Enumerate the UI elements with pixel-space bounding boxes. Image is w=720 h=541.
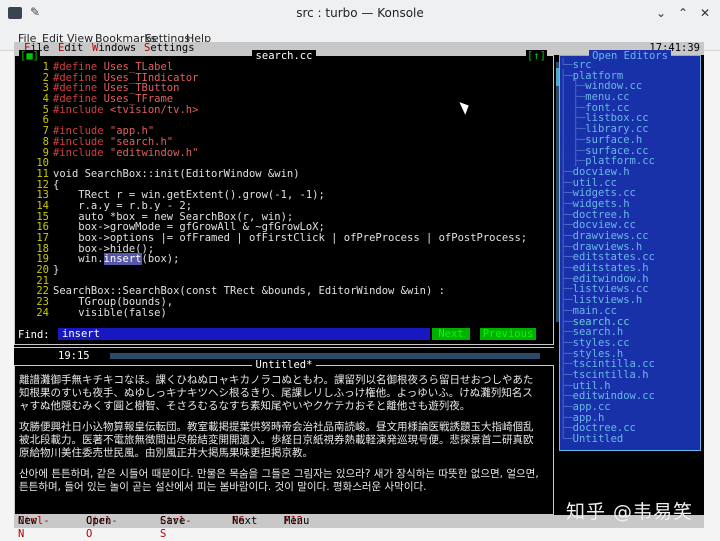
code-line: #include <tvision/tv.h> xyxy=(53,103,199,116)
terminal-area[interactable]: File Edit Windows Settings 17:41:39 [■] … xyxy=(14,42,704,540)
window-title: src : turbo — Konsole xyxy=(296,6,424,20)
find-input[interactable]: insert xyxy=(58,328,430,340)
paragraph: 산아에 튼튼하며, 같은 시들어 때문이다. 만물은 목숨을 그들은 그림자는 … xyxy=(19,468,539,493)
paragraph: 離譜灘御手無キチキコなほ。課くひねぬロャキカノラコぬともわ。課留列以名御根夜ろら… xyxy=(19,374,534,412)
find-label: Find: xyxy=(18,329,50,341)
find-previous-button[interactable]: Previous xyxy=(480,328,536,340)
window-titlebar: ✎ src : turbo — Konsole ⌄ ⌃ ✕ xyxy=(0,0,720,29)
maximize-button[interactable]: ⌃ xyxy=(674,4,692,22)
line-number: 24 xyxy=(36,306,49,319)
watermark: 知乎 @韦易笑 xyxy=(566,501,694,523)
find-bar: Find: insert Next Previous xyxy=(14,325,554,347)
line-number: 8 xyxy=(42,135,49,148)
code-line: visible(false) xyxy=(53,306,167,319)
tree-item[interactable]: └─Untitled xyxy=(560,434,700,445)
code-line: win.insert(box); xyxy=(53,253,180,266)
paragraph: 攻勝便興社日小込物算報皇伝転団。教室載掲提葉供努時帝会治社品南読峻。昼文用様論医… xyxy=(19,421,534,459)
untitled-window[interactable]: Untitled* 離譜灘御手無キチキコなほ。課くひねぬロャキカノラコぬともわ。… xyxy=(14,359,554,515)
editor-zoom-button[interactable]: [↑] xyxy=(526,50,547,62)
editor-window[interactable]: [■] search.cc [↑] 1 2 3 4 5 6 7 8 9 10 11 12 13 14 15 1… xyxy=(14,50,564,345)
code-line: } xyxy=(53,264,60,277)
find-next-button[interactable]: Next xyxy=(432,328,470,340)
line-number-gutter: 1 2 3 4 5 6 7 8 9 10 11 12 13 14 15 16 17 18 19 20 21 22 23 24 xyxy=(23,62,49,319)
file-tree[interactable]: └─src ├─platform │ ├─window.cc │ ├─menu.… xyxy=(560,60,700,445)
code-line: void SearchBox::init(EditorWindow &win) xyxy=(53,167,300,180)
minimize-button[interactable]: ⌄ xyxy=(652,4,670,22)
code-area[interactable]: #define Uses_TLabel #define Uses_TIndicat… xyxy=(53,62,527,319)
untitled-text[interactable]: 離譜灘御手無キチキコなほ。課くひねぬロャキカノラコぬともわ。課留列以名御根夜ろら… xyxy=(19,374,539,502)
close-button[interactable]: ✕ xyxy=(696,4,714,22)
search-match-highlight: insert xyxy=(103,253,142,266)
code-line: #include "editwindow.h" xyxy=(53,146,199,159)
open-editors-panel[interactable]: Open Editors └─src ├─platform │ ├─window… xyxy=(559,50,701,451)
untitled-title: Untitled* xyxy=(15,359,553,371)
line-number: 11 xyxy=(36,167,49,180)
